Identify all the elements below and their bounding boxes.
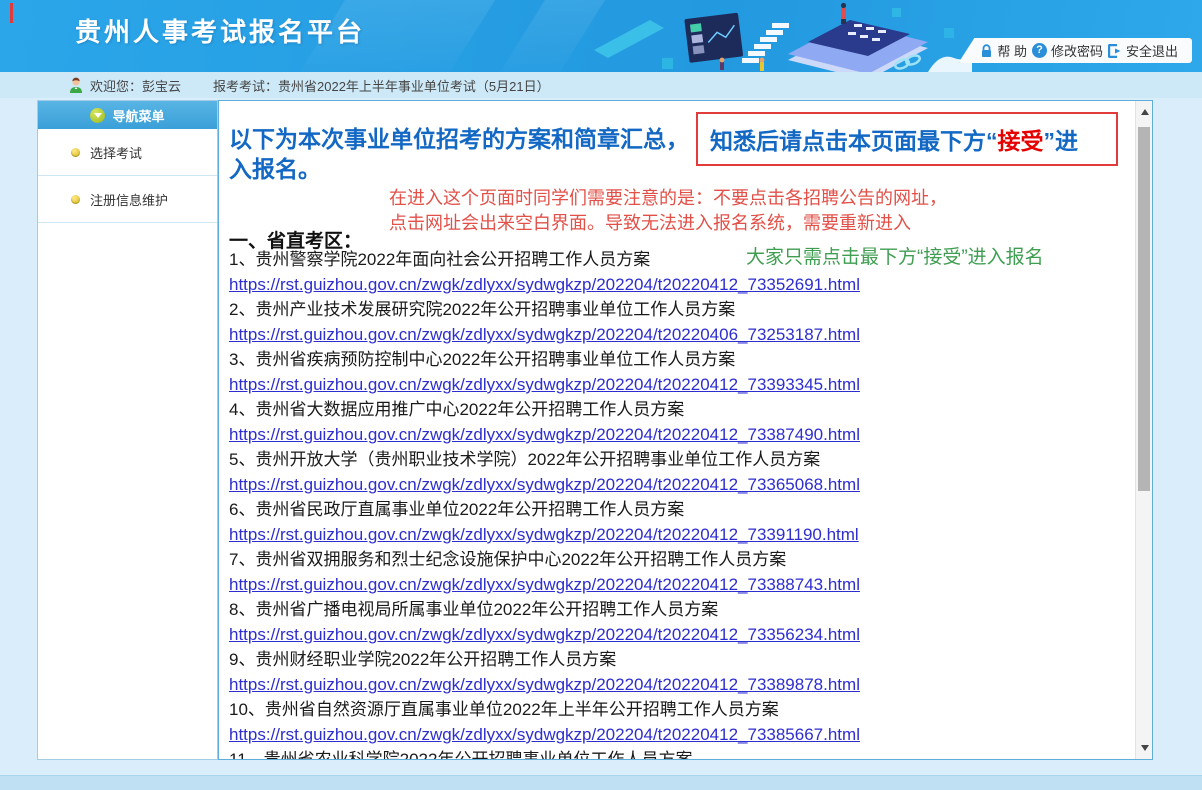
page-title: 贵州人事考试报名平台 [75, 12, 365, 49]
list-item: 8、贵州省广播电视局所属事业单位2022年公开招聘工作人员方案 https://… [229, 597, 1109, 647]
scrollbar-thumb[interactable] [1138, 127, 1150, 491]
list-item: 4、贵州省大数据应用推广中心2022年公开招聘工作人员方案 https://rs… [229, 397, 1109, 447]
announcement-link[interactable]: https://rst.guizhou.gov.cn/zwgk/zdlyxx/s… [229, 622, 1109, 647]
list-item: 2、贵州产业技术发展研究院2022年公开招聘事业单位工作人员方案 https:/… [229, 297, 1109, 347]
change-password-label: 修改密码 [1051, 41, 1103, 60]
scroll-up-icon[interactable] [1136, 103, 1153, 121]
sidebar-item-select-exam[interactable]: 选择考试 [38, 129, 217, 176]
announcement-link[interactable]: https://rst.guizhou.gov.cn/zwgk/zdlyxx/s… [229, 322, 1109, 347]
header-action-bar: 帮 助 ? 修改密码 安全退出 [958, 38, 1192, 63]
notice-heading-line1: 以下为本次事业单位招考的方案和简章汇总， [229, 122, 689, 156]
sidebar-item-label: 选择考试 [90, 143, 142, 162]
list-item: 10、贵州省自然资源厅直属事业单位2022年上半年公开招聘工作人员方案 http… [229, 697, 1109, 747]
announcement-link[interactable]: https://rst.guizhou.gov.cn/zwgk/zdlyxx/s… [229, 722, 1109, 747]
list-item: 6、贵州省民政厅直属事业单位2022年公开招聘工作人员方案 https://rs… [229, 497, 1109, 547]
announcement-title: 2、贵州产业技术发展研究院2022年公开招聘事业单位工作人员方案 [229, 297, 1109, 322]
warning-note-line2: 点击网址会出来空白界面。导致无法进入报名系统，需要重新进入 [389, 211, 911, 236]
announcement-title: 10、贵州省自然资源厅直属事业单位2022年上半年公开招聘工作人员方案 [229, 697, 1109, 722]
welcome-user-label: 欢迎您：彭宝云 [90, 76, 181, 95]
sidebar-item-registration-info[interactable]: 注册信息维护 [38, 176, 217, 223]
footer-strip [0, 775, 1202, 790]
announcement-title-clipped: 11、贵州省农业科学院2022年公开招聘事业单位工作人员方案 [229, 747, 692, 760]
welcome-bar: 欢迎您：彭宝云 报考考试：贵州省2022年上半年事业单位考试（5月21日） [0, 72, 1202, 98]
accept-box-prefix: 知悉后请点击本页面最下方“ [710, 122, 998, 156]
list-item: 5、贵州开放大学（贵州职业技术学院）2022年公开招聘事业单位工作人员方案 ht… [229, 447, 1109, 497]
help-label: 帮 助 [997, 41, 1027, 60]
announcement-title: 6、贵州省民政厅直属事业单位2022年公开招聘工作人员方案 [229, 497, 1109, 522]
announcement-link[interactable]: https://rst.guizhou.gov.cn/zwgk/zdlyxx/s… [229, 472, 1109, 497]
question-icon: ? [1032, 43, 1047, 58]
registered-exam-label: 报考考试：贵州省2022年上半年事业单位考试（5月21日） [213, 76, 550, 95]
lock-icon [980, 44, 993, 58]
logout-button[interactable]: 安全退出 [1108, 41, 1178, 60]
list-item: 7、贵州省双拥服务和烈士纪念设施保护中心2022年公开招聘工作人员方案 http… [229, 547, 1109, 597]
accept-box-suffix: ”进 [1044, 122, 1079, 156]
change-password-button[interactable]: ? 修改密码 [1032, 41, 1103, 60]
announcement-link[interactable]: https://rst.guizhou.gov.cn/zwgk/zdlyxx/s… [229, 372, 1109, 397]
chevron-down-icon [90, 108, 105, 123]
content-scrollbar[interactable] [1135, 101, 1152, 759]
help-button[interactable]: 帮 助 [980, 41, 1027, 60]
warning-note-line1: 在进入这个页面时同学们需要注意的是：不要点击各招聘公告的网址， [389, 186, 947, 211]
nav-menu-title: 导航菜单 [112, 106, 164, 125]
notice-heading-line2: 入报名。 [229, 152, 321, 186]
announcement-title: 9、贵州财经职业学院2022年公开招聘工作人员方案 [229, 647, 1109, 672]
announcement-link[interactable]: https://rst.guizhou.gov.cn/zwgk/zdlyxx/s… [229, 572, 1109, 597]
header-red-mark [10, 3, 13, 23]
announcement-title: 3、贵州省疾病预防控制中心2022年公开招聘事业单位工作人员方案 [229, 347, 1109, 372]
list-item: 1、贵州警察学院2022年面向社会公开招聘工作人员方案 https://rst.… [229, 247, 1109, 297]
announcement-title: 8、贵州省广播电视局所属事业单位2022年公开招聘工作人员方案 [229, 597, 1109, 622]
announcement-title: 7、贵州省双拥服务和烈士纪念设施保护中心2022年公开招聘工作人员方案 [229, 547, 1109, 572]
bullet-dot-icon [71, 195, 80, 204]
announcement-title: 4、贵州省大数据应用推广中心2022年公开招聘工作人员方案 [229, 397, 1109, 422]
bullet-dot-icon [71, 148, 80, 157]
announcement-title: 5、贵州开放大学（贵州职业技术学院）2022年公开招聘事业单位工作人员方案 [229, 447, 1109, 472]
list-item: 3、贵州省疾病预防控制中心2022年公开招聘事业单位工作人员方案 https:/… [229, 347, 1109, 397]
list-item: 9、贵州财经职业学院2022年公开招聘工作人员方案 https://rst.gu… [229, 647, 1109, 697]
header-illustration [592, 0, 972, 72]
accept-highlight: 接受 [998, 122, 1044, 156]
sidebar: 导航菜单 选择考试 注册信息维护 [37, 100, 218, 760]
announcement-link[interactable]: https://rst.guizhou.gov.cn/zwgk/zdlyxx/s… [229, 522, 1109, 547]
logout-label: 安全退出 [1126, 41, 1178, 60]
announcement-list: 1、贵州警察学院2022年面向社会公开招聘工作人员方案 https://rst.… [229, 247, 1109, 747]
exit-icon [1108, 44, 1122, 58]
content-panel: 以下为本次事业单位招考的方案和简章汇总， 知悉后请点击本页面最下方“接受”进 入… [218, 100, 1153, 760]
announcement-link[interactable]: https://rst.guizhou.gov.cn/zwgk/zdlyxx/s… [229, 672, 1109, 697]
scroll-down-icon[interactable] [1136, 739, 1153, 757]
announcement-title: 1、贵州警察学院2022年面向社会公开招聘工作人员方案 [229, 247, 1109, 272]
sidebar-nav-menu-header[interactable]: 导航菜单 [38, 101, 217, 129]
sidebar-item-label: 注册信息维护 [90, 190, 168, 209]
user-avatar-icon [68, 77, 84, 94]
announcement-link[interactable]: https://rst.guizhou.gov.cn/zwgk/zdlyxx/s… [229, 422, 1109, 447]
accept-callout-box: 知悉后请点击本页面最下方“接受”进 [696, 112, 1118, 166]
announcement-link[interactable]: https://rst.guizhou.gov.cn/zwgk/zdlyxx/s… [229, 272, 1109, 297]
header: 贵州人事考试报名平台 [0, 0, 1202, 72]
